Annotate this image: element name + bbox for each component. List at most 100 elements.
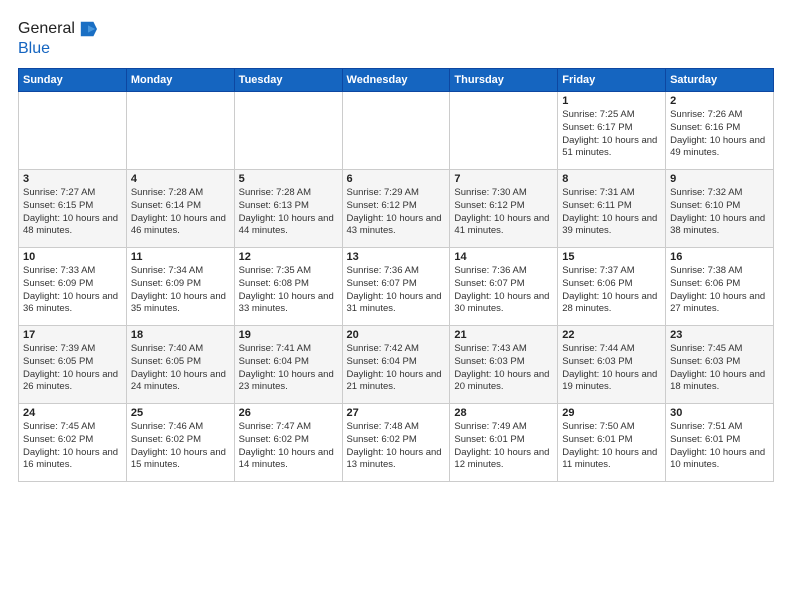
day-detail: Sunrise: 7:50 AMSunset: 6:01 PMDaylight:…	[562, 421, 661, 472]
day-detail: Sunrise: 7:33 AMSunset: 6:09 PMDaylight:…	[23, 265, 122, 316]
day-detail: Sunrise: 7:39 AMSunset: 6:05 PMDaylight:…	[23, 343, 122, 394]
day-detail: Sunrise: 7:32 AMSunset: 6:10 PMDaylight:…	[670, 187, 769, 238]
day-cell: 6Sunrise: 7:29 AMSunset: 6:12 PMDaylight…	[342, 170, 450, 248]
day-number: 4	[131, 173, 230, 185]
day-number: 13	[347, 251, 446, 263]
day-cell: 3 Sunrise: 7:27 AMSunset: 6:15 PMDaylight…	[19, 170, 127, 248]
day-cell	[342, 92, 450, 170]
week-row-2: 3 Sunrise: 7:27 AMSunset: 6:15 PMDaylight…	[19, 170, 774, 248]
day-cell: 13 Sunrise: 7:36 AMSunset: 6:07 PMDayligh…	[342, 248, 450, 326]
week-row-5: 24 Sunrise: 7:45 AMSunset: 6:02 PMDayligh…	[19, 404, 774, 482]
day-detail: Sunrise: 7:35 AMSunset: 6:08 PMDaylight:…	[239, 265, 338, 316]
day-number: 21	[454, 329, 553, 341]
day-detail: Sunrise: 7:45 AMSunset: 6:02 PMDaylight:…	[23, 421, 122, 472]
day-detail: Sunrise: 7:46 AMSunset: 6:02 PMDaylight:…	[131, 421, 230, 472]
day-detail: Sunrise: 7:28 AMSunset: 6:13 PMDaylight:…	[239, 187, 338, 238]
day-cell: 22Sunrise: 7:44 AMSunset: 6:03 PMDayligh…	[558, 326, 666, 404]
day-cell: 10 Sunrise: 7:33 AMSunset: 6:09 PMDayligh…	[19, 248, 127, 326]
day-number: 1	[562, 95, 661, 107]
logo-general: General	[18, 20, 75, 38]
day-cell: 8 Sunrise: 7:31 AMSunset: 6:11 PMDaylight…	[558, 170, 666, 248]
day-cell: 1 Sunrise: 7:25 AMSunset: 6:17 PMDaylight…	[558, 92, 666, 170]
day-number: 2	[670, 95, 769, 107]
weekday-header-friday: Friday	[558, 69, 666, 92]
weekday-header-row: SundayMondayTuesdayWednesdayThursdayFrid…	[19, 69, 774, 92]
day-number: 3	[23, 173, 122, 185]
day-number: 30	[670, 407, 769, 419]
day-detail: Sunrise: 7:41 AMSunset: 6:04 PMDaylight:…	[239, 343, 338, 394]
day-cell: 15 Sunrise: 7:37 AMSunset: 6:06 PMDayligh…	[558, 248, 666, 326]
day-detail: Sunrise: 7:43 AMSunset: 6:03 PMDaylight:…	[454, 343, 553, 394]
day-number: 9	[670, 173, 769, 185]
day-number: 15	[562, 251, 661, 263]
day-detail: Sunrise: 7:25 AMSunset: 6:17 PMDaylight:…	[562, 109, 661, 160]
day-cell: 29 Sunrise: 7:50 AMSunset: 6:01 PMDayligh…	[558, 404, 666, 482]
day-cell	[450, 92, 558, 170]
day-cell	[19, 92, 127, 170]
weekday-header-monday: Monday	[126, 69, 234, 92]
day-number: 24	[23, 407, 122, 419]
day-cell: 12Sunrise: 7:35 AMSunset: 6:08 PMDayligh…	[234, 248, 342, 326]
day-detail: Sunrise: 7:26 AMSunset: 6:16 PMDaylight:…	[670, 109, 769, 160]
day-number: 8	[562, 173, 661, 185]
week-row-4: 17 Sunrise: 7:39 AMSunset: 6:05 PMDayligh…	[19, 326, 774, 404]
weekday-header-sunday: Sunday	[19, 69, 127, 92]
logo: General Blue	[18, 18, 97, 58]
day-number: 29	[562, 407, 661, 419]
weekday-header-saturday: Saturday	[666, 69, 774, 92]
calendar: SundayMondayTuesdayWednesdayThursdayFrid…	[18, 68, 774, 482]
day-number: 10	[23, 251, 122, 263]
header: General Blue	[18, 18, 774, 58]
day-number: 14	[454, 251, 553, 263]
day-detail: Sunrise: 7:27 AMSunset: 6:15 PMDaylight:…	[23, 187, 122, 238]
day-number: 18	[131, 329, 230, 341]
day-detail: Sunrise: 7:38 AMSunset: 6:06 PMDaylight:…	[670, 265, 769, 316]
day-cell: 24 Sunrise: 7:45 AMSunset: 6:02 PMDayligh…	[19, 404, 127, 482]
day-cell: 5 Sunrise: 7:28 AMSunset: 6:13 PMDaylight…	[234, 170, 342, 248]
day-number: 22	[562, 329, 661, 341]
page: General Blue SundayMondayTuesdayWednesday…	[0, 0, 792, 612]
day-cell: 23 Sunrise: 7:45 AMSunset: 6:03 PMDayligh…	[666, 326, 774, 404]
day-detail: Sunrise: 7:49 AMSunset: 6:01 PMDaylight:…	[454, 421, 553, 472]
day-cell: 30 Sunrise: 7:51 AMSunset: 6:01 PMDayligh…	[666, 404, 774, 482]
day-detail: Sunrise: 7:40 AMSunset: 6:05 PMDaylight:…	[131, 343, 230, 394]
day-detail: Sunrise: 7:30 AMSunset: 6:12 PMDaylight:…	[454, 187, 553, 238]
day-detail: Sunrise: 7:28 AMSunset: 6:14 PMDaylight:…	[131, 187, 230, 238]
day-detail: Sunrise: 7:47 AMSunset: 6:02 PMDaylight:…	[239, 421, 338, 472]
week-row-1: 1 Sunrise: 7:25 AMSunset: 6:17 PMDaylight…	[19, 92, 774, 170]
day-number: 19	[239, 329, 338, 341]
day-cell: 14 Sunrise: 7:36 AMSunset: 6:07 PMDayligh…	[450, 248, 558, 326]
day-cell: 4 Sunrise: 7:28 AMSunset: 6:14 PMDaylight…	[126, 170, 234, 248]
day-detail: Sunrise: 7:42 AMSunset: 6:04 PMDaylight:…	[347, 343, 446, 394]
day-detail: Sunrise: 7:31 AMSunset: 6:11 PMDaylight:…	[562, 187, 661, 238]
day-number: 26	[239, 407, 338, 419]
logo-icon	[79, 18, 97, 40]
logo-blue: Blue	[18, 40, 50, 58]
day-number: 28	[454, 407, 553, 419]
day-detail: Sunrise: 7:51 AMSunset: 6:01 PMDaylight:…	[670, 421, 769, 472]
day-detail: Sunrise: 7:36 AMSunset: 6:07 PMDaylight:…	[347, 265, 446, 316]
day-cell: 26 Sunrise: 7:47 AMSunset: 6:02 PMDayligh…	[234, 404, 342, 482]
weekday-header-tuesday: Tuesday	[234, 69, 342, 92]
day-detail: Sunrise: 7:36 AMSunset: 6:07 PMDaylight:…	[454, 265, 553, 316]
day-cell: 16Sunrise: 7:38 AMSunset: 6:06 PMDayligh…	[666, 248, 774, 326]
day-cell: 20Sunrise: 7:42 AMSunset: 6:04 PMDayligh…	[342, 326, 450, 404]
day-detail: Sunrise: 7:48 AMSunset: 6:02 PMDaylight:…	[347, 421, 446, 472]
day-cell: 28 Sunrise: 7:49 AMSunset: 6:01 PMDayligh…	[450, 404, 558, 482]
day-cell: 19 Sunrise: 7:41 AMSunset: 6:04 PMDayligh…	[234, 326, 342, 404]
day-detail: Sunrise: 7:45 AMSunset: 6:03 PMDaylight:…	[670, 343, 769, 394]
day-number: 23	[670, 329, 769, 341]
day-cell: 17 Sunrise: 7:39 AMSunset: 6:05 PMDayligh…	[19, 326, 127, 404]
day-cell: 27Sunrise: 7:48 AMSunset: 6:02 PMDayligh…	[342, 404, 450, 482]
day-cell: 7Sunrise: 7:30 AMSunset: 6:12 PMDaylight…	[450, 170, 558, 248]
day-cell	[126, 92, 234, 170]
day-cell: 9 Sunrise: 7:32 AMSunset: 6:10 PMDaylight…	[666, 170, 774, 248]
day-number: 5	[239, 173, 338, 185]
day-detail: Sunrise: 7:29 AMSunset: 6:12 PMDaylight:…	[347, 187, 446, 238]
day-cell: 2 Sunrise: 7:26 AMSunset: 6:16 PMDaylight…	[666, 92, 774, 170]
day-detail: Sunrise: 7:37 AMSunset: 6:06 PMDaylight:…	[562, 265, 661, 316]
day-cell: 18 Sunrise: 7:40 AMSunset: 6:05 PMDayligh…	[126, 326, 234, 404]
day-cell: 21 Sunrise: 7:43 AMSunset: 6:03 PMDayligh…	[450, 326, 558, 404]
day-cell	[234, 92, 342, 170]
day-number: 17	[23, 329, 122, 341]
